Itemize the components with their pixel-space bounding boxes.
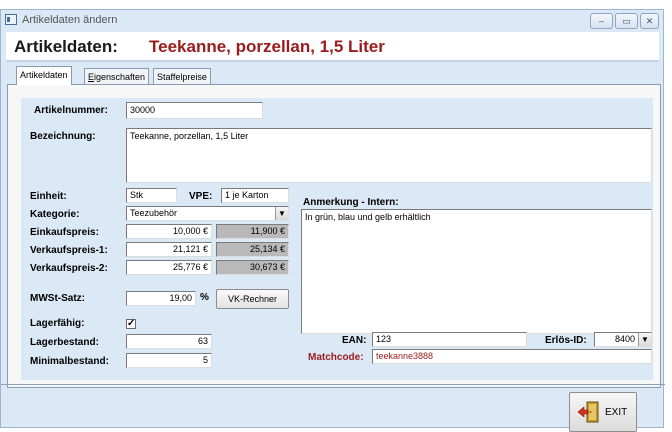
exit-label: EXIT (605, 407, 628, 418)
lagerbestand-label: Lagerbestand: (30, 337, 99, 348)
artikelnummer-label: Artikelnummer: (34, 105, 108, 116)
page-title-label: Artikeldaten: (14, 37, 118, 56)
artikelnummer-field[interactable]: 30000 (126, 102, 263, 119)
page-title-article-name: Teekanne, porzellan, 1,5 Liter (149, 37, 385, 56)
tab-label: igenschaften (94, 72, 146, 82)
main-window: Artikeldaten ändern ‒ ▭ ✕ Artikeldaten: … (0, 9, 665, 432)
einheit-label: Einheit: (30, 191, 67, 202)
close-button[interactable]: ✕ (640, 13, 659, 29)
title-bar: Artikeldaten ändern ‒ ▭ ✕ (1, 10, 663, 32)
lagerbestand-field[interactable]: 63 (126, 334, 212, 349)
erloes-id-value: 8400 (614, 334, 635, 344)
verkaufspreis2-label: Verkaufspreis-2: (30, 263, 108, 274)
kategorie-select[interactable]: Teezubehör ▼ (126, 206, 289, 221)
anmerkung-label: Anmerkung - Intern: (303, 197, 399, 208)
verkaufspreis1-field[interactable]: 21,121 € (126, 242, 212, 257)
einheit-field[interactable]: Stk (126, 188, 177, 203)
chevron-down-icon[interactable]: ▼ (275, 207, 288, 220)
percent-sign: % (200, 292, 209, 303)
minimalbestand-label: Minimalbestand: (30, 356, 109, 367)
kategorie-value: Teezubehör (130, 208, 178, 218)
chevron-down-icon[interactable]: ▼ (638, 333, 651, 346)
checkmark-icon: ✓ (127, 318, 136, 329)
form-icon (5, 14, 17, 25)
tab-staffelpreise[interactable]: Staffelpreise (153, 68, 211, 85)
einkaufspreis-field[interactable]: 10,000 € (126, 224, 212, 239)
verkaufspreis2-gross: 30,673 € (216, 260, 289, 275)
page-header: Artikeldaten: Teekanne, porzellan, 1,5 L… (6, 32, 659, 62)
minimize-button[interactable]: ‒ (590, 13, 613, 29)
vk-rechner-button[interactable]: VK-Rechner (216, 289, 289, 309)
lagerfaehig-checkbox[interactable]: ✓ (126, 319, 136, 329)
maximize-icon: ▭ (622, 16, 631, 26)
window-title: Artikeldaten ändern (22, 14, 118, 26)
ean-label: EAN: (342, 335, 367, 346)
vpe-field[interactable]: 1 je Karton (221, 188, 289, 203)
matchcode-field[interactable]: teekanne3888 (372, 349, 652, 364)
erloes-id-select[interactable]: 8400 ▼ (594, 332, 652, 347)
verkaufspreis1-gross: 25,134 € (216, 242, 289, 257)
close-icon: ✕ (645, 16, 654, 26)
maximize-button[interactable]: ▭ (615, 13, 638, 29)
verkaufspreis2-field[interactable]: 25,776 € (126, 260, 212, 275)
einkaufspreis-gross: 11,900 € (216, 224, 289, 239)
tab-label: Artikeldaten (20, 70, 68, 80)
footer-divider (1, 384, 665, 385)
minimize-icon: ‒ (598, 16, 604, 26)
minimalbestand-field[interactable]: 5 (126, 353, 212, 368)
bezeichnung-label: Bezeichnung: (30, 131, 96, 142)
vpe-label: VPE: (189, 191, 213, 202)
bezeichnung-field[interactable]: Teekanne, porzellan, 1,5 Liter (126, 128, 652, 183)
anmerkung-field[interactable]: In grün, blau und gelb erhältlich (301, 209, 652, 334)
matchcode-label: Matchcode: (308, 352, 364, 363)
mwst-field[interactable]: 19,00 (126, 291, 196, 306)
tab-artikeldaten[interactable]: Artikeldaten (16, 66, 72, 85)
ean-field[interactable]: 123 (372, 332, 527, 347)
mwst-label: MWSt-Satz: (30, 293, 85, 304)
exit-door-icon (577, 401, 599, 423)
tab-eigenschaften[interactable]: Eigenschaften (84, 68, 150, 85)
verkaufspreis1-label: Verkaufspreis-1: (30, 245, 108, 256)
exit-button[interactable]: EXIT (569, 392, 637, 432)
kategorie-label: Kategorie: (30, 209, 80, 220)
einkaufspreis-label: Einkaufspreis: (30, 227, 99, 238)
lagerfaehig-label: Lagerfähig: (30, 318, 85, 329)
tab-label: Staffelpreise (157, 72, 207, 82)
erloes-id-label: Erlös-ID: (545, 335, 587, 346)
